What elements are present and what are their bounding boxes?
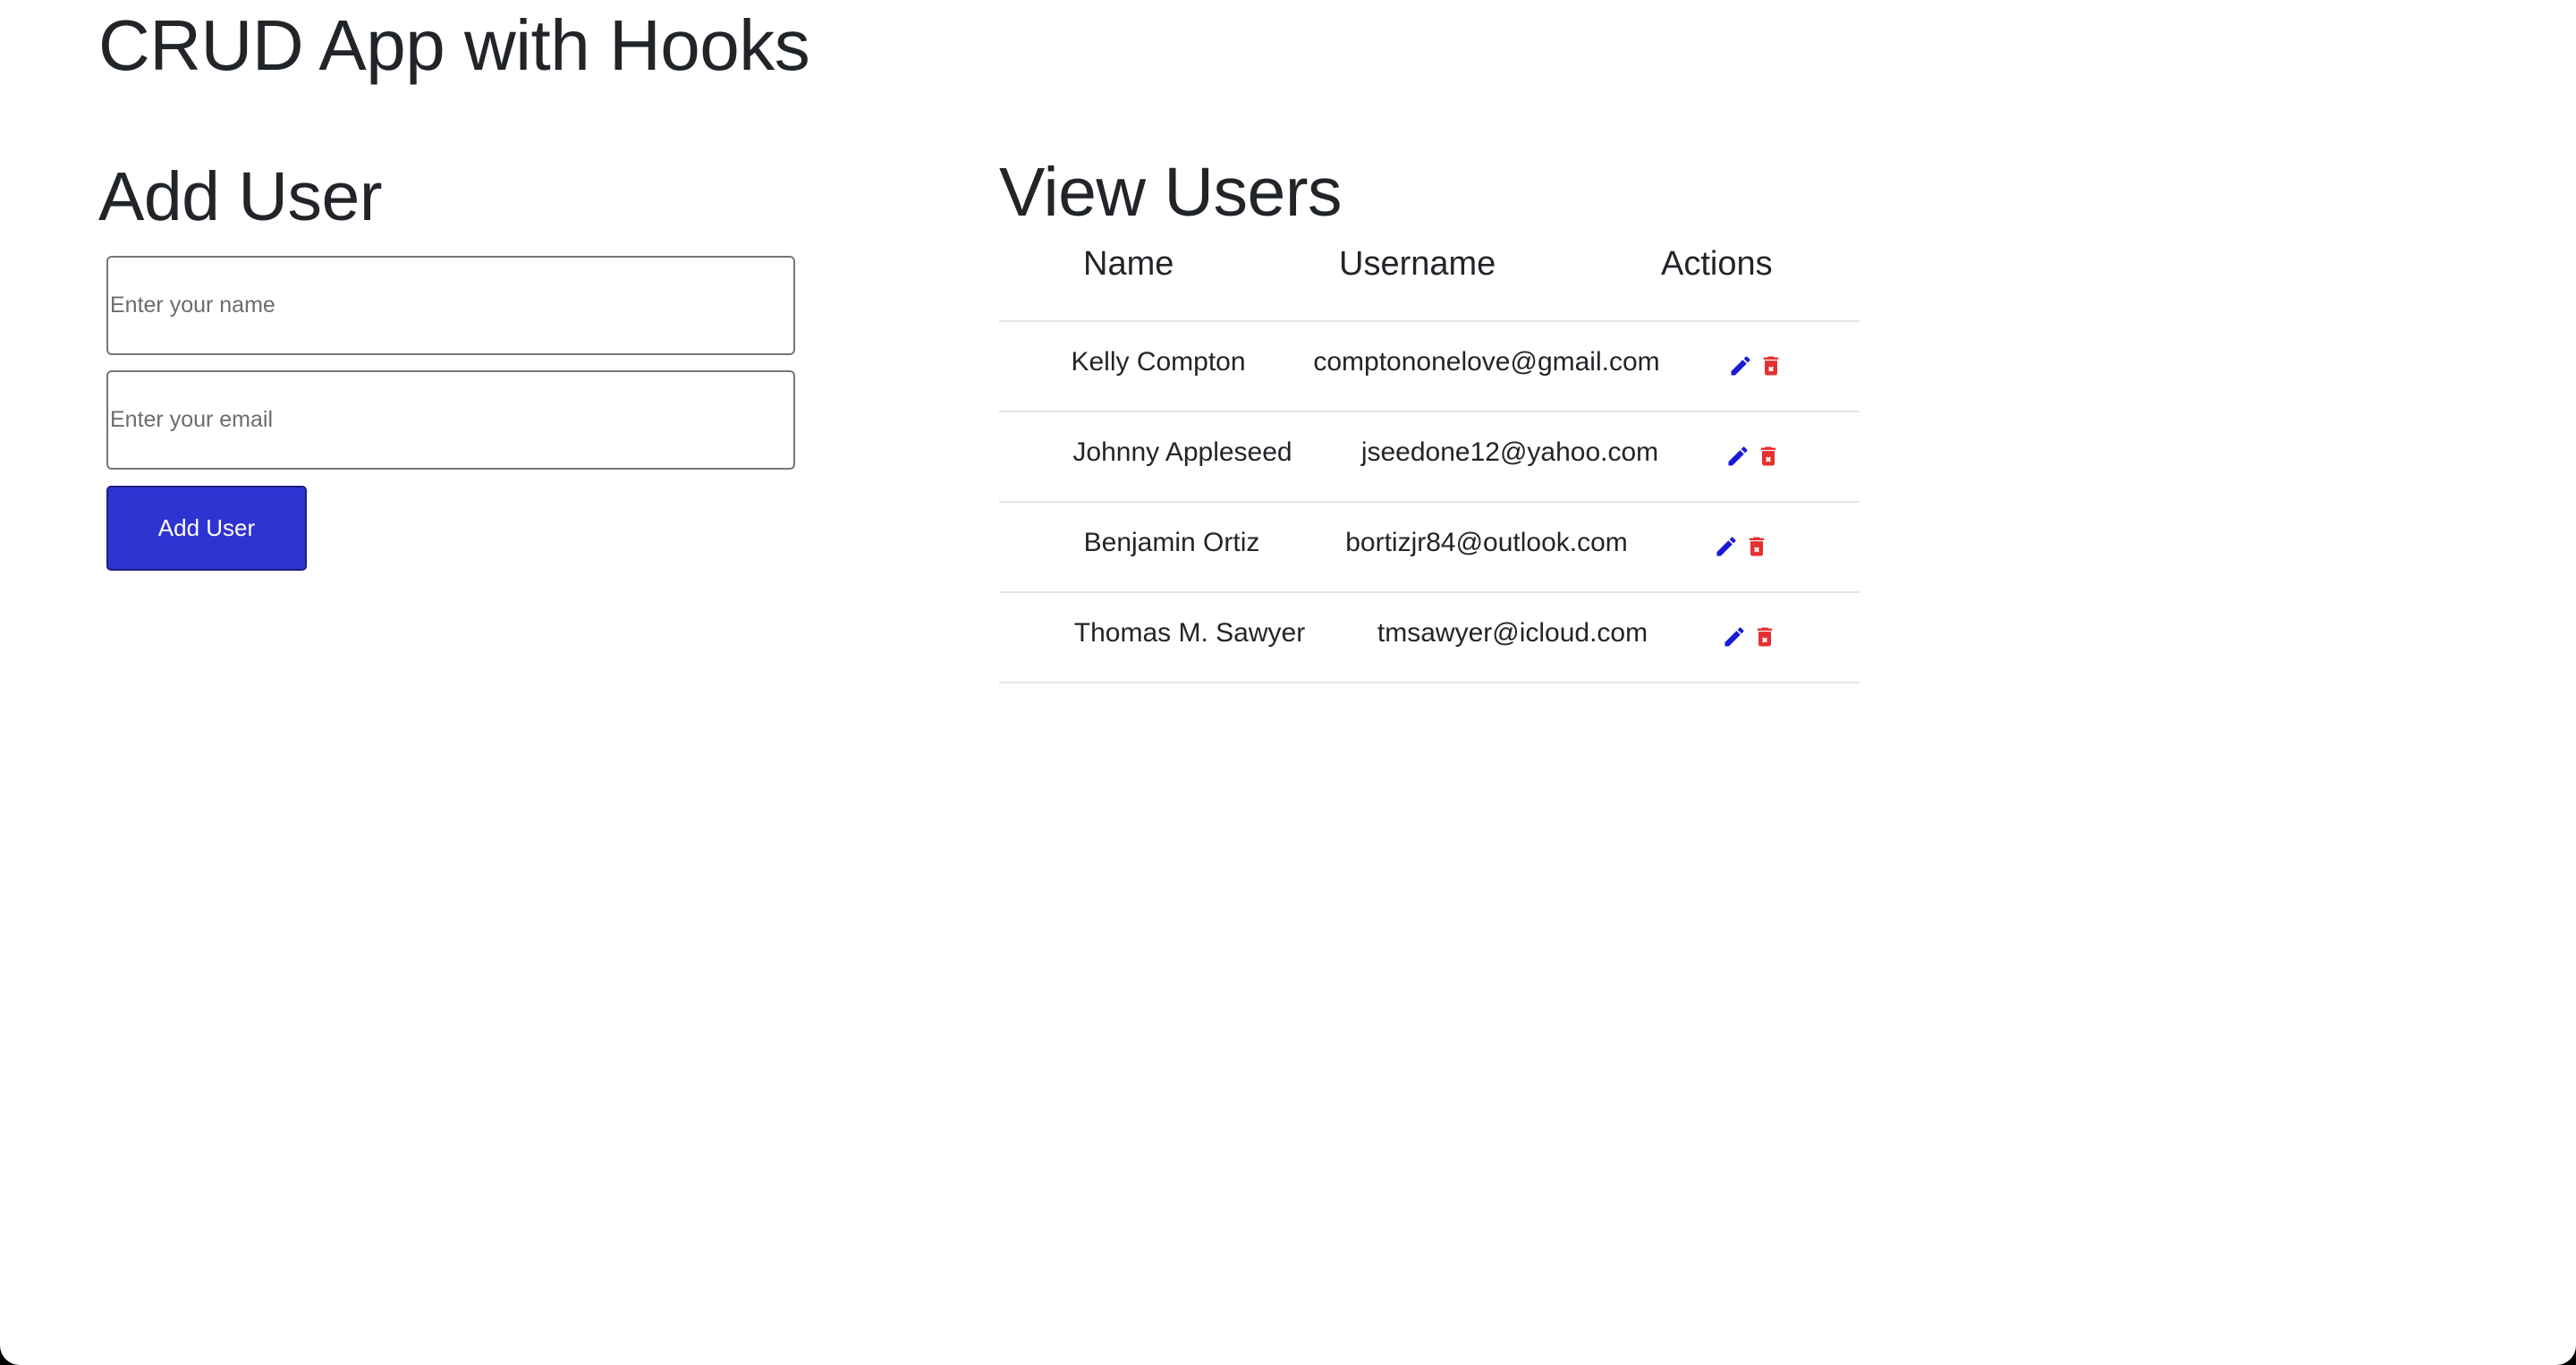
delete-trash-icon[interactable]	[1758, 352, 1784, 379]
user-username-cell: jseedone12@yahoo.com	[1360, 437, 1659, 467]
delete-trash-icon[interactable]	[1752, 623, 1777, 650]
table-row: Thomas M. Sawyer tmsawyer@icloud.com	[999, 593, 1860, 683]
view-users-heading: View Users	[999, 154, 1342, 231]
name-input[interactable]	[106, 256, 795, 355]
user-username-cell: bortizjr84@outlook.com	[1345, 528, 1628, 557]
edit-pencil-icon[interactable]	[1725, 443, 1750, 470]
delete-trash-icon[interactable]	[1744, 533, 1769, 560]
app-page: CRUD App with Hooks Add User Add User Vi…	[0, 0, 2576, 1365]
table-row: Kelly Compton comptononelove@gmail.com	[999, 322, 1860, 412]
edit-pencil-icon[interactable]	[1728, 352, 1753, 379]
table-row: Johnny Appleseed jseedone12@yahoo.com	[999, 412, 1860, 503]
column-header-actions: Actions	[1661, 245, 1773, 283]
edit-pencil-icon[interactable]	[1714, 533, 1739, 560]
edit-pencil-icon[interactable]	[1722, 623, 1747, 650]
row-actions	[1728, 352, 1784, 379]
table-header: Name Username Actions	[999, 224, 1860, 322]
app-title: CRUD App with Hooks	[98, 5, 810, 85]
row-actions	[1722, 623, 1777, 650]
column-header-username: Username	[1339, 245, 1496, 283]
user-name-cell: Benjamin Ortiz	[1083, 528, 1260, 557]
user-name-cell: Kelly Compton	[1071, 347, 1246, 377]
email-input[interactable]	[106, 370, 795, 470]
row-actions	[1714, 533, 1769, 560]
add-user-button[interactable]: Add User	[106, 486, 307, 571]
delete-trash-icon[interactable]	[1756, 443, 1781, 470]
table-row: Benjamin Ortiz bortizjr84@outlook.com	[999, 503, 1860, 593]
users-table: Name Username Actions Kelly Compton comp…	[999, 224, 1860, 683]
row-actions	[1725, 443, 1781, 470]
user-username-cell: tmsawyer@icloud.com	[1377, 618, 1648, 648]
column-header-name: Name	[1083, 245, 1174, 283]
user-name-cell: Thomas M. Sawyer	[1073, 618, 1306, 648]
user-username-cell: comptononelove@gmail.com	[1313, 347, 1660, 377]
user-name-cell: Johnny Appleseed	[1072, 437, 1292, 467]
add-user-heading: Add User	[98, 158, 382, 235]
